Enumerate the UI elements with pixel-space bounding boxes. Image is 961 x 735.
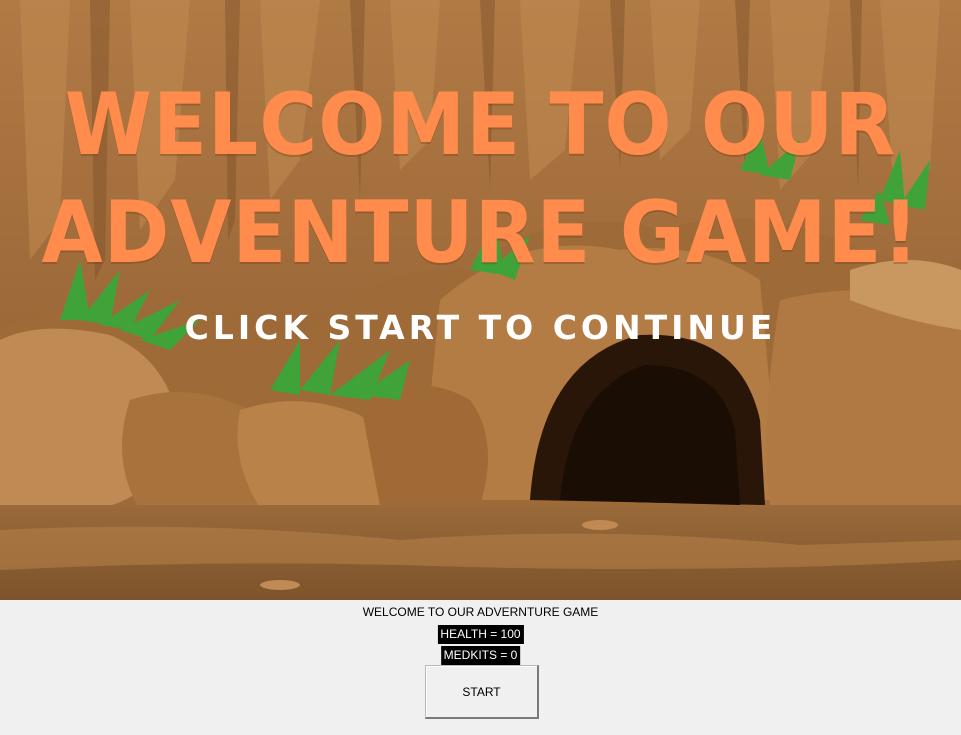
game-scene: WELCOME TO OUR ADVENTURE GAME! CLICK STA… (0, 0, 961, 600)
welcome-label: WELCOME TO OUR ADVERNTURE GAME (362, 605, 599, 619)
headline-line-1: WELCOME TO OUR (64, 75, 897, 175)
medkits-label: MEDKITS = 0 (440, 646, 521, 665)
health-label: HEALTH = 100 (437, 625, 524, 644)
start-button[interactable]: START (425, 665, 539, 719)
headline-line-2: ADVENTURE GAME! (41, 183, 920, 283)
click-start-instruction: CLICK START TO CONTINUE (184, 308, 777, 347)
